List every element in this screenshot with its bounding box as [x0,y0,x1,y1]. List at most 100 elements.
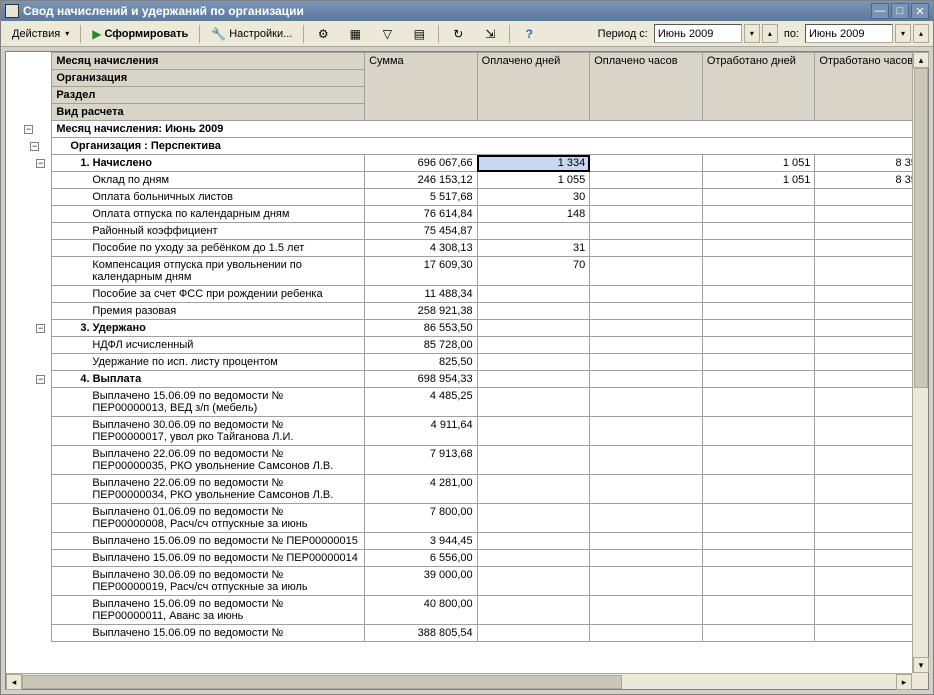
cell-work_days[interactable] [702,504,815,533]
cell-paid_hours[interactable] [590,354,703,371]
cell-work_hours[interactable] [815,475,928,504]
cell-work_days[interactable]: 1 051 [702,172,815,189]
period-to-input[interactable] [805,24,893,43]
cell-paid_days[interactable] [477,475,590,504]
cell-work_hours[interactable] [815,354,928,371]
cell-sum[interactable]: 7 800,00 [365,504,478,533]
cell-paid_hours[interactable] [590,504,703,533]
cell-work_hours[interactable] [815,504,928,533]
cell-sum[interactable]: 17 609,30 [365,257,478,286]
grid-scroll[interactable]: Месяц начисления Сумма Оплачено дней Опл… [6,52,928,689]
tool-button-1[interactable]: ⚙ [308,24,338,44]
cell-work_hours[interactable] [815,596,928,625]
cell-paid_days[interactable] [477,446,590,475]
scroll-down-button[interactable]: ▾ [913,657,929,673]
cell-work_hours[interactable] [815,388,928,417]
cell-work_hours[interactable] [815,223,928,240]
cell-paid_days[interactable]: 31 [477,240,590,257]
cell-work_days[interactable] [702,475,815,504]
close-button[interactable]: ✕ [911,3,929,19]
cell-sum[interactable]: 39 000,00 [365,567,478,596]
cell-paid_hours[interactable] [590,303,703,320]
cell-sum[interactable]: 5 517,68 [365,189,478,206]
period-to-spin[interactable]: ▴ [913,24,929,43]
cell-sum[interactable]: 4 281,00 [365,475,478,504]
cell-sum[interactable]: 258 921,38 [365,303,478,320]
cell-sum[interactable]: 4 911,64 [365,417,478,446]
cell-sum[interactable]: 696 067,66 [365,155,478,172]
cell-work_hours[interactable] [815,240,928,257]
cell-paid_hours[interactable] [590,155,703,172]
cell-sum[interactable]: 4 485,25 [365,388,478,417]
cell-paid_days[interactable] [477,596,590,625]
cell-paid_days[interactable] [477,320,590,337]
cell-work_hours[interactable]: 8 354 [815,155,928,172]
cell-work_hours[interactable] [815,337,928,354]
cell-paid_hours[interactable] [590,189,703,206]
cell-work_days[interactable] [702,550,815,567]
cell-paid_days[interactable] [477,550,590,567]
cell-sum[interactable]: 76 614,84 [365,206,478,223]
cell-paid_days[interactable] [477,388,590,417]
cell-work_days[interactable] [702,567,815,596]
cell-sum[interactable]: 4 308,13 [365,240,478,257]
cell-work_days[interactable] [702,388,815,417]
scroll-right-button[interactable]: ▸ [896,674,912,690]
period-from-input[interactable] [654,24,742,43]
cell-paid_hours[interactable] [590,320,703,337]
cell-paid_days[interactable] [477,504,590,533]
cell-paid_hours[interactable] [590,286,703,303]
cell-work_days[interactable] [702,337,815,354]
cell-paid_days[interactable]: 70 [477,257,590,286]
cell-work_days[interactable]: 1 051 [702,155,815,172]
help-button[interactable]: ? [514,24,544,44]
cell-work_hours[interactable] [815,320,928,337]
cell-paid_hours[interactable] [590,240,703,257]
tree-collapse-month[interactable]: − [24,125,33,134]
cell-work_hours[interactable] [815,567,928,596]
tree-collapse-section[interactable]: − [36,375,45,384]
cell-paid_hours[interactable] [590,417,703,446]
cell-work_days[interactable] [702,320,815,337]
tree-collapse-section[interactable]: − [36,324,45,333]
cell-paid_days[interactable]: 148 [477,206,590,223]
cell-sum[interactable]: 6 556,00 [365,550,478,567]
cell-work_hours[interactable] [815,257,928,286]
cell-sum[interactable]: 246 153,12 [365,172,478,189]
cell-paid_hours[interactable] [590,257,703,286]
cell-paid_days[interactable] [477,417,590,446]
cell-sum[interactable]: 825,50 [365,354,478,371]
cell-paid_days[interactable] [477,625,590,642]
cell-work_hours[interactable] [815,446,928,475]
cell-paid_days[interactable] [477,533,590,550]
cell-work_days[interactable] [702,354,815,371]
cell-paid_hours[interactable] [590,371,703,388]
cell-paid_hours[interactable] [590,172,703,189]
maximize-button[interactable]: □ [891,3,909,19]
cell-paid_hours[interactable] [590,596,703,625]
cell-sum[interactable]: 86 553,50 [365,320,478,337]
form-button[interactable]: ▶ Сформировать [85,24,195,44]
cell-paid_hours[interactable] [590,550,703,567]
actions-menu[interactable]: Действия ▾ [5,24,76,44]
tool-button-4[interactable]: ▤ [404,24,434,44]
scroll-thumb-v[interactable] [914,68,928,388]
cell-paid_hours[interactable] [590,446,703,475]
horizontal-scrollbar[interactable]: ◂ ▸ [6,673,912,689]
minimize-button[interactable]: — [871,3,889,19]
cell-work_hours[interactable] [815,371,928,388]
tool-button-2[interactable]: ▦ [340,24,370,44]
cell-paid_days[interactable]: 30 [477,189,590,206]
cell-work_hours[interactable] [815,625,928,642]
tool-button-6[interactable]: ⇲ [475,24,505,44]
cell-sum[interactable]: 85 728,00 [365,337,478,354]
cell-paid_hours[interactable] [590,337,703,354]
cell-paid_days[interactable]: 1 334 [477,155,590,172]
cell-sum[interactable]: 40 800,00 [365,596,478,625]
cell-work_days[interactable] [702,446,815,475]
cell-work_days[interactable] [702,189,815,206]
tool-button-3[interactable]: ▽ [372,24,402,44]
cell-work_hours[interactable] [815,550,928,567]
period-from-dropdown[interactable]: ▾ [744,24,760,43]
vertical-scrollbar[interactable]: ▴ ▾ [912,52,928,673]
